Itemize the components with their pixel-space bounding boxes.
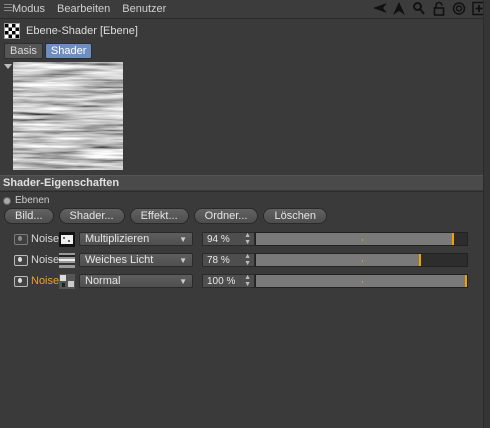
- menu-bearbeiten[interactable]: Bearbeiten: [57, 3, 110, 15]
- layer-thumbnail: [59, 231, 75, 247]
- opacity-field[interactable]: 100 % ▲ ▼: [202, 274, 255, 288]
- blend-mode-value: Multiplizieren: [85, 233, 150, 245]
- slider-handle[interactable]: [465, 275, 467, 287]
- opacity-field[interactable]: 94 % ▲ ▼: [202, 232, 255, 246]
- blend-mode-select[interactable]: Weiches Licht ▼: [79, 253, 193, 267]
- collapse-arrow-icon[interactable]: [4, 64, 12, 69]
- dropdown-arrow-icon: ▼: [179, 276, 187, 286]
- opacity-value: 78 %: [207, 254, 230, 266]
- panel-edge: [483, 0, 490, 428]
- menu-modus[interactable]: Modus: [12, 3, 45, 15]
- blend-mode-value: Weiches Licht: [85, 254, 154, 266]
- loeschen-button[interactable]: Löschen: [263, 208, 328, 224]
- shader-button[interactable]: Shader...: [58, 208, 125, 224]
- slider-handle[interactable]: [452, 233, 455, 245]
- opacity-slider[interactable]: [255, 253, 468, 267]
- bild-button[interactable]: Bild...: [4, 208, 54, 224]
- opacity-field[interactable]: 78 % ▲ ▼: [202, 253, 255, 267]
- slider-mid-mark: [361, 260, 363, 262]
- slider-mid-mark: [361, 239, 363, 241]
- spinner-arrows-icon[interactable]: ▲ ▼: [244, 274, 251, 288]
- opacity-value: 94 %: [207, 233, 230, 245]
- slider-mid-mark: [361, 281, 363, 283]
- slider-handle[interactable]: [418, 254, 421, 266]
- toolbar-icons: [372, 1, 486, 16]
- dropdown-arrow-icon: ▼: [179, 255, 187, 265]
- slider-fill: [256, 254, 421, 266]
- tab-bar: Basis Shader: [4, 43, 93, 59]
- grip-handle-icon[interactable]: [4, 4, 12, 13]
- section-header: Shader-Eigenschaften: [0, 175, 490, 190]
- button-row: Bild... Shader... Effekt... Ordner... Lö…: [4, 208, 328, 224]
- layer-name: Noise: [31, 233, 60, 245]
- layer-row[interactable]: Noise Weiches Licht ▼ 78 % ▲ ▼: [14, 252, 468, 268]
- visibility-eye-icon[interactable]: [14, 254, 28, 266]
- menu-benutzer[interactable]: Benutzer: [122, 3, 166, 15]
- ebenen-option[interactable]: Ebenen: [3, 195, 49, 206]
- spinner-arrows-icon[interactable]: ▲ ▼: [244, 253, 251, 267]
- opacity-slider[interactable]: [255, 232, 468, 246]
- dropdown-arrow-icon: ▼: [179, 234, 187, 244]
- layer-row[interactable]: Noise Normal ▼ 100 % ▲ ▼: [14, 273, 468, 289]
- search-icon[interactable]: [412, 1, 426, 16]
- ordner-button[interactable]: Ordner...: [193, 208, 259, 224]
- layer-thumbnail: [59, 252, 75, 268]
- layer-thumbnail: [59, 273, 75, 289]
- visibility-eye-icon[interactable]: [14, 233, 28, 245]
- spinner-arrows-icon[interactable]: ▲ ▼: [244, 232, 251, 246]
- section-separator: [0, 191, 490, 192]
- lock-icon[interactable]: [432, 1, 446, 16]
- shader-checker-icon: [4, 23, 20, 39]
- layer-name: Noise: [31, 254, 60, 266]
- object-title: Ebene-Shader [Ebene]: [26, 25, 138, 37]
- layer-name: Noise: [31, 275, 60, 287]
- menu-bar: Modus Bearbeiten Benutzer: [0, 0, 490, 19]
- ebenen-label: Ebenen: [15, 195, 50, 206]
- effekt-button[interactable]: Effekt...: [129, 208, 189, 224]
- shader-preview: [13, 62, 123, 170]
- blend-mode-value: Normal: [85, 275, 121, 287]
- section-title: Shader-Eigenschaften: [3, 177, 120, 189]
- visibility-eye-icon[interactable]: [14, 275, 28, 287]
- ebenen-radio[interactable]: [3, 196, 11, 205]
- tab-shader[interactable]: Shader: [44, 43, 93, 59]
- slider-fill: [256, 233, 455, 245]
- arrow-up-icon[interactable]: [392, 1, 406, 16]
- blend-mode-select[interactable]: Multiplizieren ▼: [79, 232, 193, 246]
- blend-mode-select[interactable]: Normal ▼: [79, 274, 193, 288]
- tab-basis[interactable]: Basis: [4, 43, 43, 59]
- target-icon[interactable]: [452, 1, 466, 16]
- opacity-slider[interactable]: [255, 274, 468, 288]
- opacity-value: 100 %: [207, 275, 236, 287]
- arrow-left-icon[interactable]: [372, 1, 387, 16]
- layer-row[interactable]: Noise Multiplizieren ▼ 94 % ▲ ▼: [14, 231, 468, 247]
- object-title-row: Ebene-Shader [Ebene]: [4, 22, 138, 40]
